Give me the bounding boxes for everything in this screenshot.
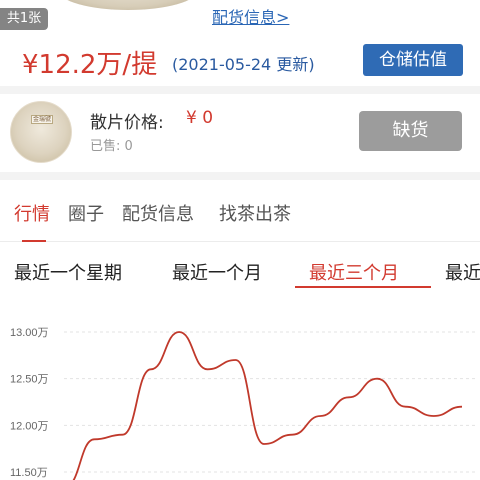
product-row: 金瑞號 散片价格: ¥ 0 已售: 0 缺货: [0, 94, 480, 170]
product-thumbnail[interactable]: 金瑞號: [10, 101, 72, 163]
period-three-months[interactable]: 最近三个月: [309, 259, 399, 285]
tab-active-indicator: [22, 240, 46, 242]
section-divider: [0, 172, 480, 180]
period-week[interactable]: 最近一个星期: [14, 259, 122, 285]
storage-valuation-button[interactable]: 仓储估值: [363, 44, 463, 76]
tab-market[interactable]: 行情: [14, 200, 50, 226]
update-date: (2021-05-24 更新): [172, 55, 315, 74]
top-strip: 共1张 配货信息>: [0, 0, 480, 36]
period-more[interactable]: 最近: [445, 259, 480, 285]
price-chart: 13.00万 12.50万 12.00万 11.50万: [0, 300, 480, 480]
y-tick-label: 12.50万: [10, 374, 49, 386]
period-active-indicator: [295, 286, 431, 288]
peihuo-info-link[interactable]: 配货信息>: [212, 4, 289, 28]
section-divider: [0, 86, 480, 94]
price-chart-svg: 13.00万 12.50万 12.00万 11.50万: [10, 327, 478, 480]
price-series-line: [72, 331, 463, 480]
tab-bar: 行情 圈子 配货信息 找茶出茶: [0, 186, 480, 242]
tea-cake-image: [58, 0, 198, 10]
price-row: ¥12.2万/提 (2021-05-24 更新) 仓储估值: [0, 36, 480, 86]
price-main: ¥12.2万/提: [22, 50, 158, 80]
loose-price-label: 散片价格:: [90, 113, 164, 133]
sold-count: 已售: 0: [90, 139, 133, 154]
thumbnail-label: 金瑞號: [31, 115, 53, 124]
tab-peihuo[interactable]: 配货信息: [122, 200, 194, 226]
period-month[interactable]: 最近一个月: [172, 259, 262, 285]
tab-circle[interactable]: 圈子: [68, 200, 104, 226]
y-tick-label: 13.00万: [10, 327, 49, 339]
tab-find-tea[interactable]: 找茶出茶: [219, 200, 291, 226]
loose-price-value: ¥ 0: [186, 108, 214, 128]
out-of-stock-button[interactable]: 缺货: [359, 111, 462, 151]
image-count-badge: 共1张: [0, 8, 48, 30]
y-tick-label: 11.50万: [10, 467, 48, 479]
period-selector: 最近一个星期 最近一个月 最近三个月 最近: [0, 243, 480, 295]
y-tick-label: 12.00万: [10, 420, 49, 432]
